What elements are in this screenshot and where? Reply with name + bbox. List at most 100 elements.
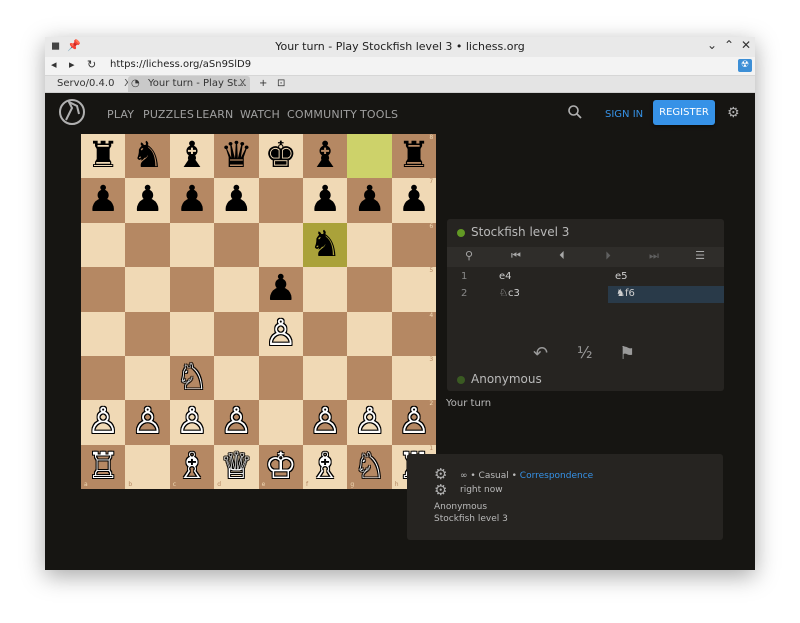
square-c6[interactable] — [169, 222, 215, 268]
chess-piece[interactable]: ♟ — [398, 179, 430, 220]
square-g4[interactable] — [347, 311, 392, 356]
nav-community[interactable]: COMMUNITY — [287, 108, 357, 121]
tab-lichess[interactable]: ◔ Your turn - Play St... X — [128, 76, 250, 92]
chess-piece[interactable]: ♙ — [131, 401, 163, 442]
chess-piece[interactable]: ♙ — [309, 401, 341, 442]
chess-piece[interactable]: ♟ — [309, 179, 341, 220]
chess-piece[interactable]: ♜ — [398, 135, 430, 176]
square-g8[interactable] — [347, 134, 392, 179]
square-a2[interactable]: ♙ — [81, 400, 126, 445]
chess-piece[interactable]: ♟ — [176, 179, 208, 220]
prev-move-icon[interactable]: ⏴ — [552, 249, 572, 263]
square-g2[interactable]: ♙ — [347, 400, 392, 445]
next-move-icon[interactable]: ⏵ — [598, 249, 618, 263]
square-g1[interactable]: ♘ g — [347, 444, 392, 490]
chess-piece[interactable]: ♛ — [220, 135, 252, 176]
url-field[interactable]: https://lichess.org/aSn9SlD9 — [110, 59, 251, 70]
extension-icon[interactable]: ☢ — [738, 59, 752, 72]
chess-piece[interactable]: ♞ — [309, 224, 341, 265]
square-e4[interactable]: ♙ — [258, 311, 303, 356]
chess-piece[interactable]: ♙ — [353, 401, 385, 442]
chess-piece[interactable]: ♙ — [265, 313, 297, 354]
search-icon[interactable] — [567, 104, 583, 120]
square-f6[interactable]: ♞ — [303, 222, 348, 268]
square-e5[interactable]: ♟ — [258, 267, 303, 312]
chess-piece[interactable]: ♝ — [176, 135, 208, 176]
square-a3[interactable] — [81, 356, 126, 401]
tab-close-icon[interactable]: X — [239, 76, 246, 92]
chess-piece[interactable]: ♟ — [131, 179, 163, 220]
square-f2[interactable]: ♙ — [303, 400, 348, 445]
chess-piece[interactable]: ♕ — [220, 446, 252, 487]
square-h6[interactable]: 6 — [391, 222, 437, 268]
square-b2[interactable]: ♙ — [125, 400, 170, 445]
square-b7[interactable]: ♟ — [125, 178, 170, 223]
reload-icon[interactable]: ↻ — [87, 58, 96, 71]
square-d6[interactable] — [214, 222, 259, 268]
forward-icon[interactable]: ▸ — [69, 58, 75, 71]
square-f1[interactable]: ♗ f — [303, 444, 348, 490]
chess-piece[interactable]: ♟ — [220, 179, 252, 220]
tab-servo[interactable]: Servo/0.4.0 X — [57, 76, 131, 92]
square-c1[interactable]: ♗ c — [169, 444, 215, 490]
menu-icon[interactable]: ☰ — [690, 249, 710, 262]
chess-piece[interactable]: ♙ — [176, 401, 208, 442]
opponent-name[interactable]: Stockfish level 3 — [471, 225, 569, 239]
square-e1[interactable]: ♔ e — [258, 444, 303, 490]
square-b1[interactable]: b — [125, 444, 170, 490]
minimize-button[interactable]: ⌄ — [707, 38, 717, 52]
square-g7[interactable]: ♟ — [347, 178, 392, 223]
square-c4[interactable] — [169, 311, 215, 356]
square-f7[interactable]: ♟ — [303, 178, 348, 223]
square-a4[interactable] — [81, 311, 126, 356]
square-h8[interactable]: ♜ 8 — [391, 134, 437, 179]
square-f3[interactable] — [303, 356, 348, 401]
square-g3[interactable] — [347, 356, 392, 401]
speed-link[interactable]: Correspondence — [520, 471, 593, 481]
maximize-button[interactable]: ⌃ — [724, 38, 734, 52]
new-tab-button[interactable]: + — [259, 76, 267, 92]
square-b6[interactable] — [125, 222, 170, 268]
square-c2[interactable]: ♙ — [169, 400, 215, 445]
resign-flag-icon[interactable]: ⚑ — [619, 343, 635, 364]
square-a8[interactable]: ♜ — [81, 134, 126, 179]
close-button[interactable]: ✕ — [741, 38, 751, 52]
square-c3[interactable]: ♘ — [169, 356, 215, 401]
white-player[interactable]: Anonymous — [434, 502, 487, 512]
square-e7[interactable] — [258, 178, 303, 223]
square-g5[interactable] — [347, 267, 392, 312]
player-name[interactable]: Anonymous — [471, 372, 542, 386]
nav-watch[interactable]: WATCH — [240, 108, 280, 121]
chess-piece[interactable]: ♗ — [309, 446, 341, 487]
move-white[interactable]: e4 — [499, 271, 512, 282]
sign-in-link[interactable]: SIGN IN — [605, 109, 643, 120]
first-move-icon[interactable]: ⏮ — [506, 249, 526, 263]
offer-draw-button[interactable]: ½ — [577, 343, 593, 362]
square-c8[interactable]: ♝ — [169, 134, 215, 179]
chess-piece[interactable]: ♗ — [176, 446, 208, 487]
square-c7[interactable]: ♟ — [169, 178, 215, 223]
chess-piece[interactable]: ♟ — [353, 179, 385, 220]
square-h3[interactable]: 3 — [391, 356, 437, 401]
chess-piece[interactable]: ♙ — [398, 401, 430, 442]
square-h5[interactable]: 5 — [391, 267, 437, 312]
square-d7[interactable]: ♟ — [214, 178, 259, 223]
chess-piece[interactable]: ♙ — [220, 401, 252, 442]
analysis-icon[interactable]: ⚲ — [459, 249, 479, 262]
square-b5[interactable] — [125, 267, 170, 312]
chess-piece[interactable]: ♘ — [176, 357, 208, 398]
black-player[interactable]: Stockfish level 3 — [434, 514, 508, 524]
square-b4[interactable] — [125, 311, 170, 356]
square-f5[interactable] — [303, 267, 348, 312]
square-d3[interactable] — [214, 356, 259, 401]
square-f8[interactable]: ♝ — [303, 134, 348, 179]
chess-piece[interactable]: ♝ — [309, 135, 341, 176]
register-button[interactable]: REGISTER — [653, 100, 715, 125]
square-d1[interactable]: ♕ d — [214, 444, 259, 490]
move-black[interactable]: e5 — [615, 271, 628, 282]
square-c5[interactable] — [169, 267, 215, 312]
square-b8[interactable]: ♞ — [125, 134, 170, 179]
chess-piece[interactable]: ♙ — [87, 401, 119, 442]
square-a7[interactable]: ♟ — [81, 178, 126, 223]
square-h7[interactable]: ♟ 7 — [391, 178, 437, 223]
